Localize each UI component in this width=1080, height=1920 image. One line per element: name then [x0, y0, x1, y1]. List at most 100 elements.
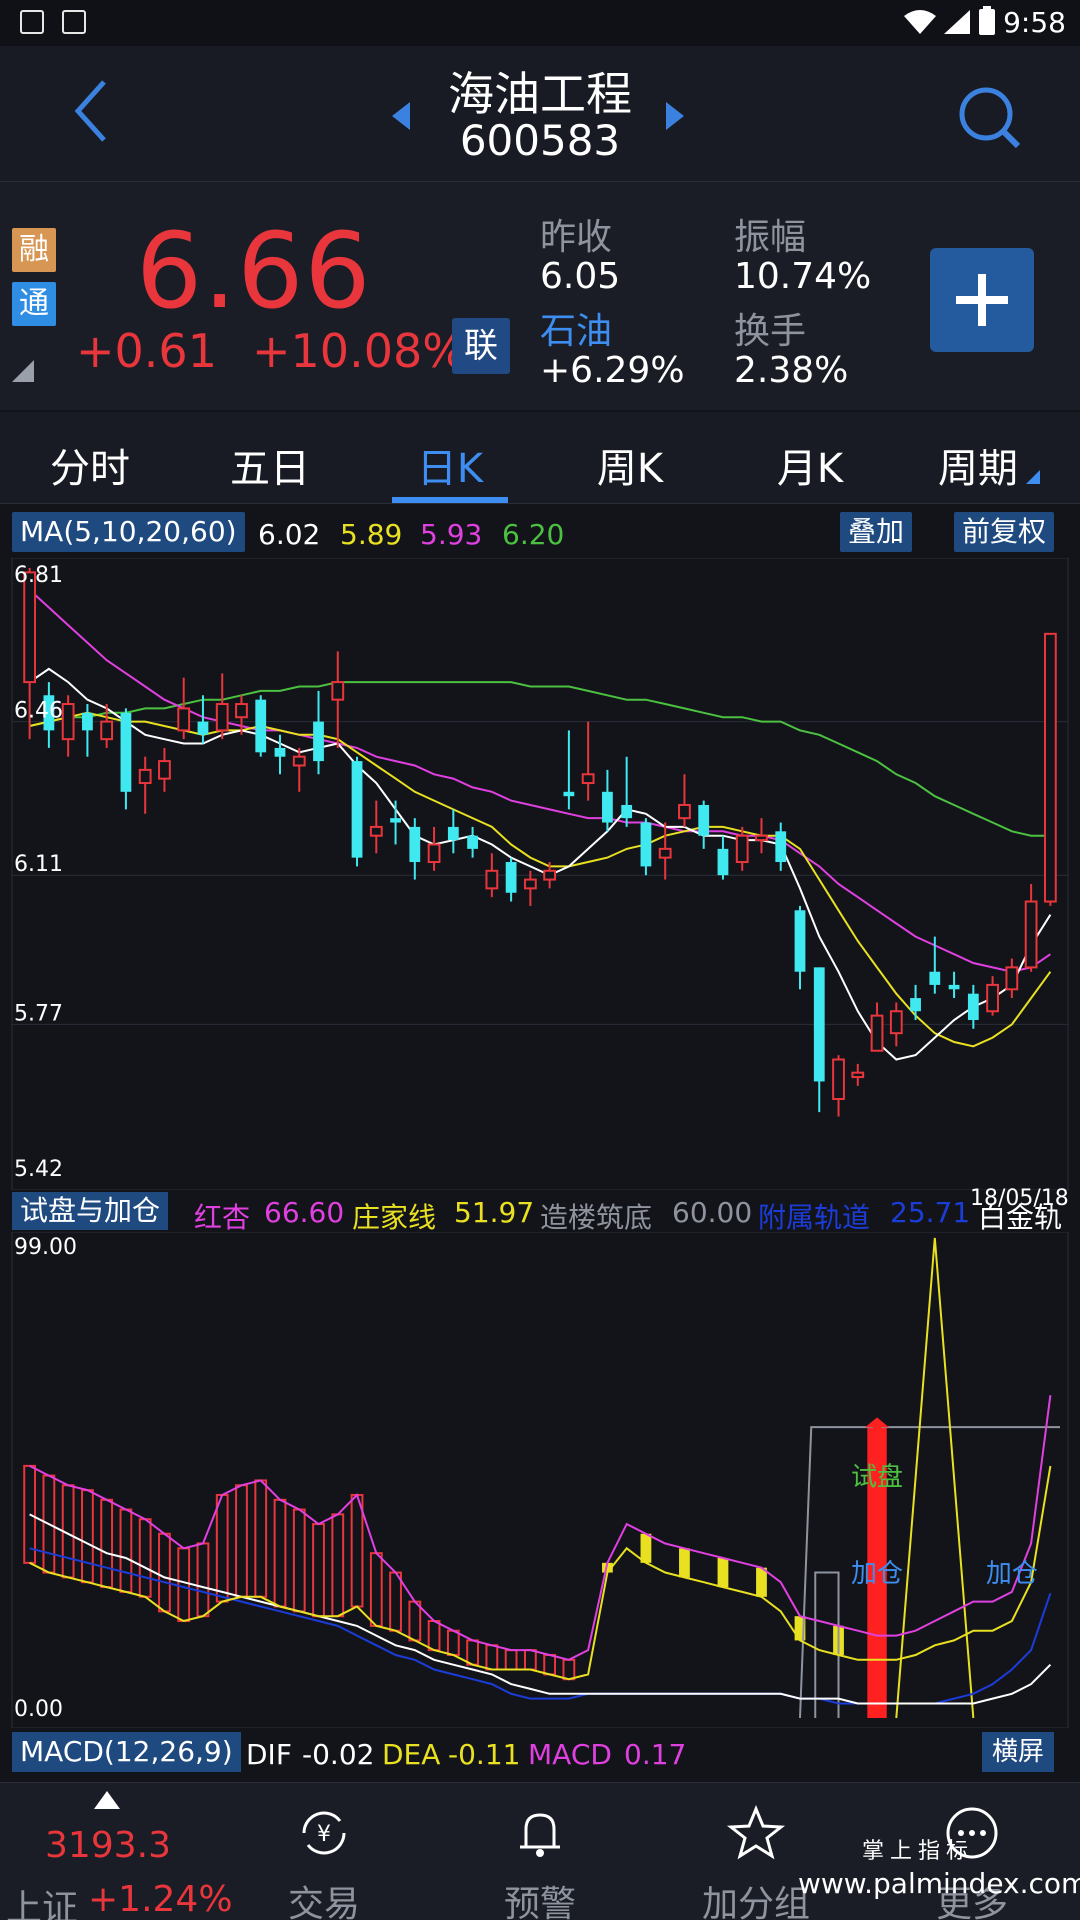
adjust-button[interactable]: 前复权	[954, 512, 1055, 552]
dif-value: -0.02	[302, 1738, 375, 1771]
indicator-bar	[756, 1567, 767, 1597]
dea-name: DEA	[382, 1738, 441, 1771]
candle-body	[255, 699, 267, 753]
zaolou-value: 60.00	[672, 1196, 753, 1229]
y-tick-label: 6.11	[14, 852, 63, 877]
tab-monthly-k[interactable]: 月K	[730, 436, 890, 494]
indicator-bar	[640, 1533, 652, 1563]
tab-daily-k[interactable]: 日K	[370, 436, 530, 494]
candle-body	[523, 878, 537, 890]
index-name: 上证	[6, 1888, 79, 1920]
candle-body	[813, 967, 825, 1082]
candle-body	[602, 791, 613, 823]
image-icon	[20, 10, 44, 34]
macd-value: 0.17	[624, 1738, 687, 1771]
y-tick-label: 0.00	[14, 1697, 63, 1722]
date-label: 18/05/18	[970, 1186, 1069, 1211]
ma-label[interactable]: MA(5,10,20,60)	[12, 512, 245, 552]
candle-body	[678, 803, 691, 820]
tab-weekly-k[interactable]: 周K	[550, 436, 710, 494]
overlay-button[interactable]: 叠加	[840, 512, 913, 552]
candle-body	[967, 993, 979, 1021]
candle-body	[563, 791, 575, 797]
candle-body	[851, 1071, 865, 1079]
candle-body	[274, 747, 286, 757]
nav-index[interactable]: 3193.3 上证 +1.24%	[0, 1783, 233, 1920]
candle-body	[409, 826, 421, 863]
tab-five-day[interactable]: 五日	[190, 436, 350, 494]
candle-body	[100, 720, 114, 741]
next-stock-icon[interactable]	[666, 102, 684, 130]
nav-alert[interactable]: 预警	[432, 1783, 648, 1920]
candle-body	[717, 848, 729, 876]
candle-body	[292, 755, 306, 767]
candle-body	[61, 703, 75, 741]
connect-tag[interactable]: 通	[12, 282, 56, 326]
candle-body	[351, 761, 363, 858]
bottom-nav: 3193.3 上证 +1.24% ¥ 交易 预警 加分组 更多 掌上指标 www…	[0, 1782, 1080, 1920]
candle-body	[313, 721, 324, 762]
active-tab-indicator	[392, 497, 508, 503]
nav-alert-label: 预警	[503, 1884, 576, 1920]
amplitude-value: 10.74%	[734, 256, 872, 297]
expand-corner-icon[interactable]	[12, 360, 34, 382]
candle-body	[215, 703, 229, 732]
margin-tag[interactable]: 融	[12, 228, 56, 272]
candle-body	[467, 835, 478, 849]
font-icon	[62, 10, 86, 34]
candle-body	[775, 831, 787, 863]
candle-body	[1005, 966, 1019, 991]
candle-body	[986, 983, 999, 1013]
amplitude-label: 振幅	[734, 217, 807, 258]
star-icon	[726, 1805, 786, 1860]
tab-intraday[interactable]: 分时	[10, 436, 170, 494]
candle-body	[543, 869, 557, 881]
candle-body	[427, 843, 441, 864]
landscape-button[interactable]: 横屏	[982, 1732, 1055, 1772]
sector-label[interactable]: 石油	[540, 302, 612, 354]
dif-name: DIF	[246, 1738, 292, 1771]
stock-code: 600583	[459, 116, 621, 165]
bell-icon	[520, 1813, 560, 1857]
candle-body	[1043, 632, 1057, 903]
add-watchlist-button[interactable]	[930, 248, 1034, 352]
indicator-name-button[interactable]: 试盘与加仓	[12, 1192, 169, 1230]
prev-close-value: 6.05	[540, 256, 621, 297]
candle-body	[658, 847, 672, 859]
candle-body	[120, 712, 132, 792]
watermark-url: www.palmindex.com	[798, 1867, 1080, 1900]
candle-body	[447, 826, 459, 841]
caret-icon	[1026, 470, 1040, 484]
sector-change: +6.29%	[540, 350, 685, 391]
candle-body	[621, 804, 633, 819]
y-tick-label: 6.46	[14, 699, 63, 724]
candle-body	[755, 834, 768, 842]
linked-button[interactable]: 联	[452, 318, 510, 374]
watermark-text: 掌上指标	[862, 1839, 975, 1864]
period-tabs: 分时 五日 日K 周K 月K 周期	[0, 412, 1080, 504]
nav-trade[interactable]: ¥ 交易	[216, 1783, 432, 1920]
tab-period[interactable]: 周期	[898, 436, 1058, 494]
yen-sync-icon: ¥	[302, 1811, 346, 1855]
signal-icon	[944, 10, 970, 34]
dea-value: -0.11	[448, 1738, 521, 1771]
candle-body	[832, 1058, 845, 1101]
ma5-value: 6.02	[258, 518, 321, 551]
candle-body	[870, 1014, 884, 1052]
indicator-bar	[679, 1548, 690, 1578]
candle-body	[177, 707, 191, 732]
price-change-pct: +10.08%	[252, 324, 466, 378]
turnover-value: 2.38%	[734, 350, 849, 391]
up-arrow-icon	[94, 1791, 120, 1809]
y-tick-label: 99.00	[14, 1235, 77, 1260]
candlestick-chart[interactable]: 6.81 6.46 6.11 5.77 5.42	[0, 558, 1080, 1190]
macd-name-button[interactable]: MACD(12,26,9)	[12, 1732, 241, 1772]
clock: 9:58	[1003, 6, 1066, 39]
indicator-chart[interactable]: 试盘加仓 加仓 99.00 0.00	[0, 1232, 1080, 1728]
ma10-value: 5.89	[340, 518, 403, 551]
search-icon[interactable]	[956, 84, 1024, 152]
quote-panel: 融 通 6.66 +0.61 +10.08% 联 昨收 6.05 石油 +6.2…	[0, 182, 1080, 410]
candle-body	[640, 822, 652, 867]
macd-name: MACD	[528, 1738, 612, 1771]
stock-name: 海油工程	[448, 67, 632, 121]
